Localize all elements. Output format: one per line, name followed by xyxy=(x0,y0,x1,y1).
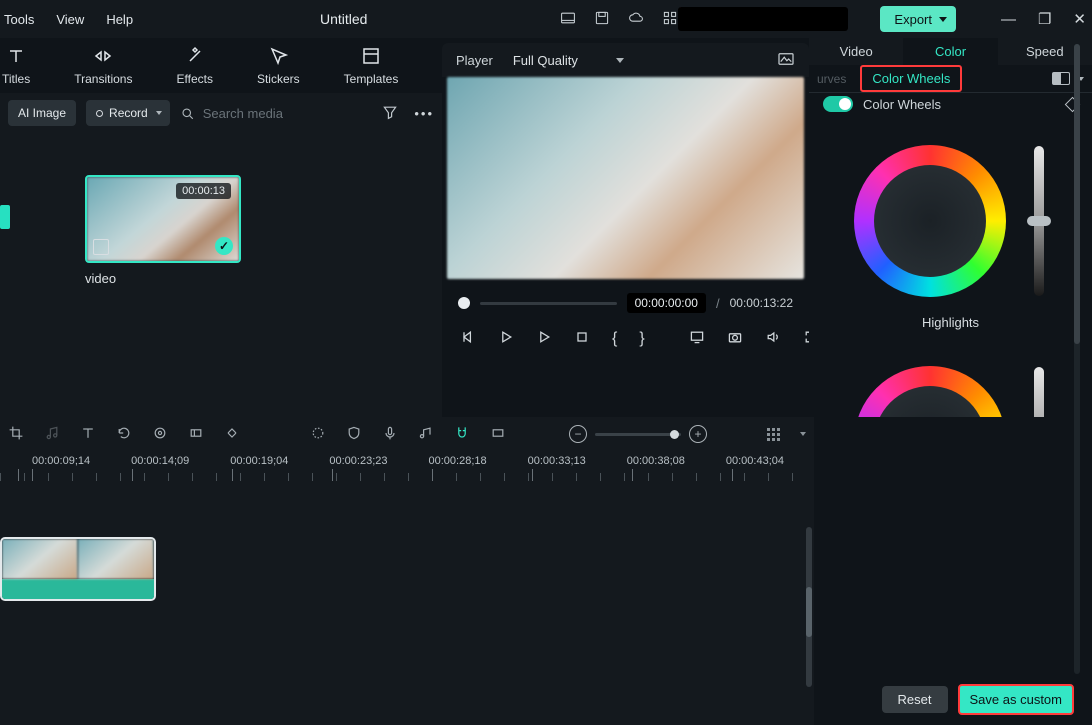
clip-duration: 00:00:13 xyxy=(176,183,231,199)
player-label: Player xyxy=(456,53,493,68)
track-view-icon[interactable] xyxy=(767,428,780,441)
reset-button[interactable]: Reset xyxy=(882,686,948,713)
panel-scrollbar[interactable] xyxy=(1074,44,1080,674)
mark-out-icon[interactable]: } xyxy=(639,330,644,348)
subtab-color-wheels[interactable]: Color Wheels xyxy=(860,65,962,92)
layout-icon[interactable] xyxy=(560,10,576,29)
maximize-button[interactable]: ❐ xyxy=(1038,10,1051,28)
music-icon[interactable] xyxy=(44,425,60,444)
qr-icon[interactable] xyxy=(662,10,678,29)
volume-icon[interactable] xyxy=(765,329,781,348)
highlights-slider[interactable] xyxy=(1030,146,1048,296)
speed-tool-icon[interactable] xyxy=(188,425,204,444)
more-tools-icon[interactable] xyxy=(224,425,240,444)
tab-titles[interactable]: Titles xyxy=(2,46,30,86)
magnet-icon[interactable] xyxy=(454,425,470,444)
filter-icon[interactable] xyxy=(382,104,398,123)
shield-icon[interactable] xyxy=(346,425,362,444)
menu-tools[interactable]: Tools xyxy=(4,12,34,27)
zoom-slider[interactable] xyxy=(595,433,681,436)
quality-dropdown[interactable]: Full Quality xyxy=(513,53,624,68)
search-media-input[interactable]: Search media xyxy=(180,106,373,121)
ratio-icon[interactable] xyxy=(490,425,506,444)
tab-video[interactable]: Video xyxy=(809,38,903,65)
clip-name: video xyxy=(85,271,116,286)
midtones-slider[interactable] xyxy=(1030,367,1048,417)
highlights-wheel[interactable] xyxy=(854,145,1006,297)
clip-used-check-icon: ✓ xyxy=(215,237,233,255)
crop-icon[interactable] xyxy=(8,425,24,444)
snapshot-icon[interactable] xyxy=(777,52,795,69)
media-clip[interactable]: 00:00:13 ✓ xyxy=(85,175,241,263)
camera-icon[interactable] xyxy=(727,329,743,348)
tab-color[interactable]: Color xyxy=(903,38,997,65)
preview-viewport[interactable] xyxy=(447,77,804,279)
color-wheels-toggle[interactable] xyxy=(823,96,853,112)
tab-templates[interactable]: Templates xyxy=(344,46,399,86)
playhead-dot[interactable] xyxy=(458,297,470,309)
zoom-out-button[interactable]: − xyxy=(569,425,587,443)
close-button[interactable]: ✕ xyxy=(1073,10,1086,28)
tab-transitions[interactable]: Transitions xyxy=(74,46,132,86)
mark-in-icon[interactable]: { xyxy=(612,330,617,348)
stop-icon[interactable] xyxy=(574,329,590,348)
play-all-icon[interactable] xyxy=(536,329,552,348)
record-button[interactable]: Record xyxy=(86,100,170,126)
display-icon[interactable] xyxy=(689,329,705,348)
export-button[interactable]: Export xyxy=(880,6,956,32)
timeline-scrollbar[interactable] xyxy=(806,527,812,687)
zoom-in-button[interactable]: + xyxy=(689,425,707,443)
marker-icon[interactable] xyxy=(310,425,326,444)
tab-effects[interactable]: Effects xyxy=(176,46,212,86)
track-view-dropdown[interactable] xyxy=(800,432,806,436)
ai-image-button[interactable]: AI Image xyxy=(8,100,76,126)
more-icon[interactable]: ••• xyxy=(414,106,434,121)
play-icon[interactable] xyxy=(498,329,514,348)
save-as-custom-button[interactable]: Save as custom xyxy=(958,684,1075,715)
highlights-label: Highlights xyxy=(922,315,979,330)
project-title: Untitled xyxy=(320,11,367,27)
top-search[interactable] xyxy=(678,7,848,31)
mask-icon[interactable] xyxy=(152,425,168,444)
rotate-icon[interactable] xyxy=(116,425,132,444)
add-to-timeline-icon[interactable] xyxy=(93,239,109,255)
menu-view[interactable]: View xyxy=(56,12,84,27)
mic-icon[interactable] xyxy=(382,425,398,444)
tab-stickers[interactable]: Stickers xyxy=(257,46,300,86)
media-strip xyxy=(0,205,10,229)
menu-help[interactable]: Help xyxy=(106,12,133,27)
save-icon[interactable] xyxy=(594,10,610,29)
subtab-curves[interactable]: urves xyxy=(817,72,846,86)
panel-title: Color Wheels xyxy=(863,97,941,112)
audio-track-icon[interactable] xyxy=(418,425,434,444)
scrub-track[interactable] xyxy=(480,302,617,305)
total-time: 00:00:13:22 xyxy=(730,296,793,310)
midtones-wheel[interactable] xyxy=(854,366,1006,417)
timeline-ruler[interactable]: 00:00:09;14 00:00:14;09 00:00:19;04 00:0… xyxy=(0,451,814,487)
minimize-button[interactable]: — xyxy=(1001,11,1016,28)
text-tool-icon[interactable] xyxy=(80,425,96,444)
current-time: 00:00:00:00 xyxy=(627,293,706,313)
prev-frame-icon[interactable] xyxy=(460,329,476,348)
cloud-icon[interactable] xyxy=(628,10,644,29)
timeline-clip[interactable] xyxy=(0,537,156,601)
